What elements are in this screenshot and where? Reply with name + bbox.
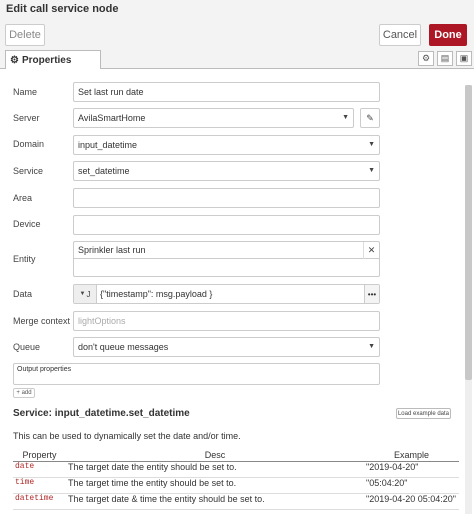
property-desc: The target date & time the entity should… xyxy=(66,493,364,510)
area-label: Area xyxy=(13,193,33,203)
done-button[interactable]: Done xyxy=(429,24,467,46)
dialog-title: Edit call service node xyxy=(6,3,119,15)
dialog-titlebar: Edit call service node xyxy=(0,0,474,18)
entity-tag: Sprinkler last run xyxy=(74,242,379,259)
server-select[interactable]: AvilaSmartHome ▼ xyxy=(73,108,354,128)
entity-tag-label: Sprinkler last run xyxy=(78,245,146,255)
load-example-button[interactable]: Load example data xyxy=(396,408,451,419)
data-value: {"timestamp": msg.payload } xyxy=(100,289,213,299)
service-label: Service xyxy=(13,166,44,176)
delete-button[interactable]: Delete xyxy=(5,24,45,46)
server-select-value: AvilaSmartHome xyxy=(78,113,146,123)
service-select-value: set_datetime xyxy=(78,166,130,176)
appearance-tab-icon[interactable]: ▣ xyxy=(456,51,472,66)
queue-select-value: don't queue messages xyxy=(78,342,169,352)
output-properties-list[interactable]: Output properties xyxy=(13,363,380,385)
data-typed-input[interactable]: ▼ J {"timestamp": msg.payload } ••• xyxy=(73,284,380,304)
tab-properties[interactable]: ⚙ Properties xyxy=(5,50,101,69)
settings-tab-icon[interactable]: ⚙ xyxy=(418,51,434,66)
output-properties-label: Output properties xyxy=(17,366,72,373)
property-name: datetime xyxy=(13,493,66,510)
pencil-icon: ✎ xyxy=(366,112,374,123)
property-desc: The target date the entity should be set… xyxy=(66,461,364,478)
table-row: datetime The target date & time the enti… xyxy=(13,493,459,510)
chevron-down-icon: ▼ xyxy=(368,141,375,148)
data-type-selector[interactable]: ▼ J xyxy=(74,285,97,303)
table-row: time The target time the entity should b… xyxy=(13,477,459,494)
data-label: Data xyxy=(13,289,33,299)
table-row: date The target date the entity should b… xyxy=(13,461,459,478)
service-title: Service: input_datetime.set_datetime xyxy=(13,408,190,419)
merge-context-input[interactable]: lightOptions xyxy=(73,311,380,331)
property-example: "05:04:20" xyxy=(364,477,459,494)
more-icon[interactable]: ••• xyxy=(364,285,379,303)
chevron-down-icon: ▼ xyxy=(342,114,349,121)
scrollbar-thumb[interactable] xyxy=(465,85,472,380)
property-example: "2019-04-20" xyxy=(364,461,459,478)
chevron-down-icon: ▼ xyxy=(368,343,375,350)
domain-select[interactable]: input_datetime ▼ xyxy=(73,135,380,155)
domain-label: Domain xyxy=(13,139,45,149)
chevron-down-icon: ▼ xyxy=(368,167,375,174)
table-header: Example xyxy=(364,449,459,462)
gear-icon: ⚙ xyxy=(10,54,19,66)
cancel-button[interactable]: Cancel xyxy=(379,24,421,46)
service-properties-table: Property Desc Example date The target da… xyxy=(13,449,459,510)
close-icon[interactable]: ✕ xyxy=(363,242,379,259)
queue-label: Queue xyxy=(13,342,41,352)
table-header: Desc xyxy=(66,449,364,462)
merge-context-label: Merge context xyxy=(13,316,71,326)
service-description: This can be used to dynamically set the … xyxy=(13,431,241,441)
entity-label: Entity xyxy=(13,254,36,264)
queue-select[interactable]: don't queue messages ▼ xyxy=(73,337,380,357)
device-label: Device xyxy=(13,219,41,229)
property-example: "2019-04-20 05:04:20" xyxy=(364,493,459,510)
name-input[interactable]: Set last run date xyxy=(73,82,380,102)
property-name: date xyxy=(13,461,66,478)
table-header: Property xyxy=(13,449,66,462)
domain-select-value: input_datetime xyxy=(78,140,138,150)
name-label: Name xyxy=(13,87,38,97)
data-type-glyph: J xyxy=(86,289,91,299)
device-input[interactable] xyxy=(73,215,380,235)
property-name: time xyxy=(13,477,66,494)
service-select[interactable]: set_datetime ▼ xyxy=(73,161,380,181)
description-tab-icon[interactable]: ▤ xyxy=(437,51,453,66)
caret-down-icon: ▼ xyxy=(79,291,86,297)
tab-properties-label: Properties xyxy=(21,54,72,66)
property-desc: The target time the entity should be set… xyxy=(66,477,364,494)
edit-server-button[interactable]: ✎ xyxy=(360,108,380,128)
server-label: Server xyxy=(13,113,40,123)
area-input[interactable] xyxy=(73,188,380,208)
entity-multiselect[interactable]: Sprinkler last run ✕ xyxy=(73,241,380,277)
add-output-button[interactable]: + add xyxy=(13,388,35,398)
